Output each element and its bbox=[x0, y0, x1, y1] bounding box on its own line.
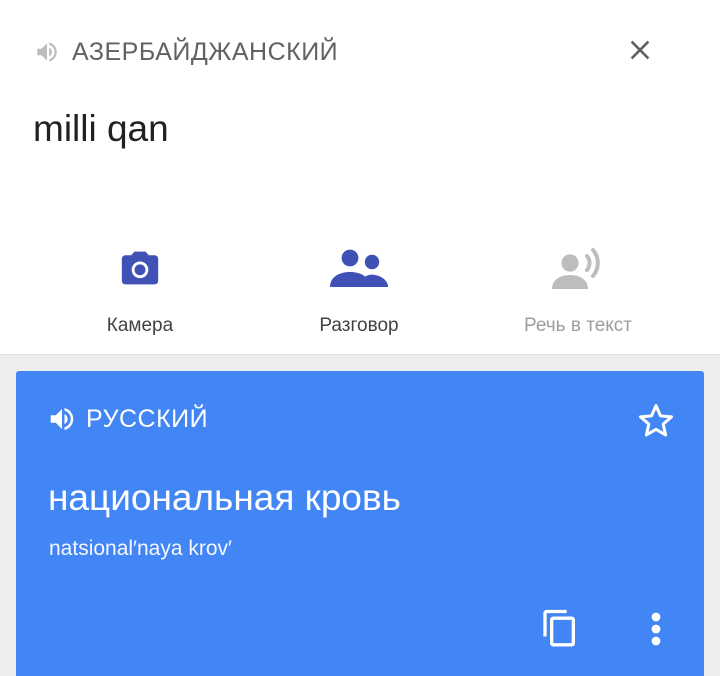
camera-label: Камера bbox=[106, 315, 174, 336]
transliteration-text: natsional′naya krov′ bbox=[49, 537, 232, 560]
target-language-row: РУССКИЙ bbox=[46, 401, 208, 437]
speech-to-text-icon bbox=[552, 248, 600, 289]
speech-to-text-label: Речь в текст bbox=[523, 315, 632, 336]
source-text-input[interactable]: milli qan bbox=[33, 108, 169, 150]
close-icon bbox=[630, 40, 650, 60]
camera-icon bbox=[121, 251, 159, 285]
source-language-label[interactable]: АЗЕРБАЙДЖАНСКИЙ bbox=[72, 38, 338, 67]
camera-button[interactable]: Камера bbox=[40, 230, 240, 340]
copy-icon bbox=[543, 609, 575, 647]
speaker-icon[interactable] bbox=[32, 37, 62, 67]
close-button[interactable] bbox=[620, 30, 660, 70]
conversation-button[interactable]: Разговор bbox=[259, 230, 459, 340]
translate-screen: АЗЕРБАЙДЖАНСКИЙ milli qan Камера Разгово… bbox=[0, 0, 720, 676]
star-button[interactable] bbox=[634, 399, 678, 443]
more-options-button[interactable] bbox=[634, 605, 678, 653]
conversation-icon bbox=[330, 249, 388, 287]
copy-button[interactable] bbox=[536, 605, 584, 653]
translation-text: национальная кровь bbox=[48, 477, 401, 518]
source-language-row: АЗЕРБАЙДЖАНСКИЙ bbox=[32, 34, 338, 70]
speech-to-text-button[interactable]: Речь в текст bbox=[478, 230, 678, 340]
translation-card: РУССКИЙ национальная кровь natsional′nay… bbox=[16, 371, 704, 676]
star-outline-icon bbox=[639, 404, 673, 437]
speaker-icon[interactable] bbox=[46, 403, 78, 435]
source-panel: АЗЕРБАЙДЖАНСКИЙ milli qan Камера Разгово… bbox=[0, 0, 720, 355]
input-tools: Камера Разговор Речь в текст bbox=[0, 230, 720, 340]
target-language-label[interactable]: РУССКИЙ bbox=[86, 405, 208, 434]
conversation-label: Разговор bbox=[319, 315, 399, 336]
more-vert-icon bbox=[651, 612, 661, 646]
